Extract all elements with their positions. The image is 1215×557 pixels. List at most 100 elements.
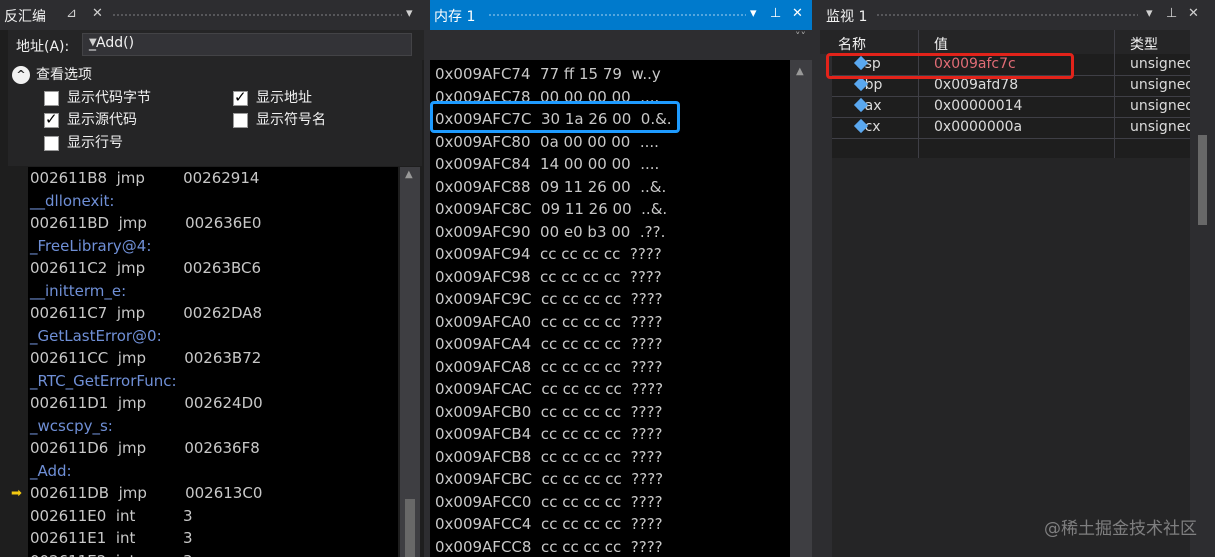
- option-show-code-bytes[interactable]: 显示代码字节: [44, 87, 151, 107]
- checkbox[interactable]: [44, 135, 59, 151]
- disassembly-titlebar: 反汇编 ⊿ ✕ ▾: [0, 0, 424, 30]
- scrollbar-thumb[interactable]: [1198, 135, 1207, 225]
- watch-type: unsigned: [1130, 119, 1195, 135]
- memory-row[interactable]: 0x009AFCB4 cc cc cc cc ????: [435, 423, 662, 445]
- watch-value[interactable]: 0x00000014: [934, 98, 1022, 114]
- watch-value[interactable]: 0x009afd78: [934, 77, 1018, 93]
- column-type-header[interactable]: 类型: [1130, 34, 1158, 54]
- memory-row[interactable]: 0x009AFCA8 cc cc cc cc ????: [435, 356, 662, 378]
- view-options: ^ 查看选项 显示代码字节 显示地址 显示源代码 显示符号名 显示行号: [8, 60, 422, 166]
- instruction-line[interactable]: 002611E2 int 3: [30, 550, 193, 557]
- watch-name: eax: [853, 97, 881, 114]
- symbol-label[interactable]: _RTC_GetErrorFunc:: [30, 370, 177, 392]
- pin-icon[interactable]: ⊥: [770, 5, 781, 23]
- option-show-symbols[interactable]: 显示符号名: [233, 109, 326, 129]
- disassembly-code[interactable]: 002611B8 jmp 00262914 __dllonexit: 002611B…: [28, 167, 398, 557]
- address-label: 地址(A):: [16, 39, 70, 55]
- checkbox[interactable]: [233, 112, 248, 128]
- instruction-line[interactable]: 002611C7 jmp 00262DA8: [30, 302, 262, 324]
- scrollbar-thumb[interactable]: [405, 499, 415, 557]
- column-divider[interactable]: [918, 30, 919, 158]
- close-icon[interactable]: ✕: [92, 5, 103, 23]
- close-icon[interactable]: ✕: [792, 5, 803, 23]
- option-label: 显示源代码: [67, 112, 137, 128]
- watch-row[interactable]: eax 0x00000014 unsigned: [832, 96, 1195, 118]
- instruction-line[interactable]: 002611BD jmp 002636E0: [30, 212, 261, 234]
- dropdown-icon[interactable]: ▾: [406, 5, 413, 23]
- memory-row[interactable]: 0x009AFC8C 09 11 26 00 ..&.: [435, 198, 667, 220]
- instruction-line[interactable]: 002611D6 jmp 002636F8: [30, 437, 260, 459]
- symbol-label[interactable]: __initterm_e:: [30, 280, 126, 302]
- memory-row[interactable]: 0x009AFCC8 cc cc cc cc ????: [435, 536, 663, 557]
- instruction-line[interactable]: 002611E0 int 3: [30, 505, 193, 527]
- memory-titlebar: 内存 1 ▾ ⊥ ✕: [430, 0, 812, 30]
- titlebar-grip: [112, 13, 402, 18]
- current-instruction-arrow-icon: ➡: [11, 486, 22, 501]
- symbol-label[interactable]: _FreeLibrary@4:: [30, 235, 151, 257]
- pin-icon[interactable]: ⊥: [1166, 5, 1177, 23]
- checkbox[interactable]: [233, 88, 248, 106]
- option-label: 显示地址: [256, 90, 312, 106]
- symbol-label[interactable]: _wcscpy_s:: [30, 415, 113, 437]
- memory-row[interactable]: 0x009AFCC0 cc cc cc cc ????: [435, 491, 663, 513]
- memory-row[interactable]: 0x009AFCC4 cc cc cc cc ????: [435, 513, 663, 535]
- memory-row[interactable]: 0x009AFC98 cc cc cc cc ????: [435, 266, 662, 288]
- address-bar: 地址(A): _Add() ▼: [8, 30, 424, 60]
- watch-empty-area[interactable]: [832, 158, 1195, 557]
- collapse-icon[interactable]: ^: [12, 66, 30, 84]
- memory-row[interactable]: 0x009AFC88 09 11 26 00 ..&.: [435, 176, 666, 198]
- chevron-down-icon[interactable]: ▼: [89, 37, 407, 48]
- option-show-line-numbers[interactable]: 显示行号: [44, 132, 123, 152]
- watch-scrollbar[interactable]: [1190, 30, 1215, 557]
- watermark: @稀土掘金技术社区: [1044, 519, 1197, 539]
- instruction-line[interactable]: 002611CC jmp 00263B72: [30, 347, 261, 369]
- disassembly-panel: 反汇编 ⊿ ✕ ▾ 地址(A): _Add() ▼ ^ 查看选项 显示代码字节 显…: [0, 0, 424, 557]
- memory-row[interactable]: 0x009AFC90 00 e0 b3 00 .??.: [435, 221, 665, 243]
- watch-row[interactable]: ecx 0x0000000a unsigned: [832, 117, 1195, 139]
- memory-row[interactable]: 0x009AFCA4 cc cc cc cc ????: [435, 333, 662, 355]
- column-divider[interactable]: [1114, 30, 1115, 158]
- symbol-label[interactable]: __dllonexit:: [30, 190, 115, 212]
- memory-row[interactable]: 0x009AFCAC cc cc cc cc ????: [435, 378, 663, 400]
- option-label: 显示符号名: [256, 112, 326, 128]
- memory-row[interactable]: 0x009AFC84 14 00 00 00 ....: [435, 153, 659, 175]
- memory-title: 内存 1: [434, 9, 476, 25]
- pin-icon[interactable]: ⊿: [66, 5, 77, 23]
- watch-value[interactable]: 0x0000000a: [934, 119, 1022, 135]
- instruction-line[interactable]: 002611C2 jmp 00263BC6: [30, 257, 261, 279]
- option-show-address[interactable]: 显示地址: [233, 87, 312, 107]
- column-name-header[interactable]: 名称: [838, 34, 866, 54]
- dropdown-icon[interactable]: ▾: [1146, 5, 1153, 23]
- memory-row[interactable]: 0x009AFC9C cc cc cc cc ????: [435, 288, 663, 310]
- instruction-line[interactable]: 002611D1 jmp 002624D0: [30, 392, 263, 414]
- instruction-line[interactable]: 002611B8 jmp 00262914: [30, 167, 259, 189]
- watch-title: 监视 1: [826, 9, 868, 25]
- memory-scrollbar[interactable]: ▲: [790, 60, 812, 557]
- checkbox[interactable]: [44, 90, 59, 106]
- close-icon[interactable]: ✕: [1188, 5, 1199, 23]
- option-show-source[interactable]: 显示源代码: [44, 109, 137, 129]
- memory-row[interactable]: 0x009AFC80 0a 00 00 00 ....: [435, 131, 659, 153]
- scroll-up-icon[interactable]: ▲: [405, 169, 413, 180]
- column-value-header[interactable]: 值: [934, 34, 948, 54]
- instruction-line[interactable]: 002611E1 int 3: [30, 527, 193, 549]
- symbol-label[interactable]: _Add:: [30, 460, 72, 482]
- scroll-up-icon[interactable]: ▲: [796, 66, 804, 77]
- memory-row[interactable]: 0x009AFCBC cc cc cc cc ????: [435, 468, 663, 490]
- overflow-chevron-icon[interactable]: ˅˅: [795, 30, 806, 43]
- memory-row[interactable]: 0x009AFCB8 cc cc cc cc ????: [435, 446, 662, 468]
- disassembly-scrollbar[interactable]: ▲: [400, 167, 420, 557]
- instruction-line[interactable]: 002611DB jmp 002613C0: [30, 482, 262, 504]
- view-options-toggle[interactable]: ^ 查看选项: [12, 64, 92, 84]
- watch-type: unsigned: [1130, 77, 1195, 93]
- memory-row[interactable]: 0x009AFC74 77 ff 15 79 w..y: [435, 63, 661, 85]
- memory-row[interactable]: 0x009AFC94 cc cc cc cc ????: [435, 243, 662, 265]
- option-label: 显示行号: [67, 135, 123, 151]
- dropdown-icon[interactable]: ▾: [750, 5, 757, 23]
- checkbox[interactable]: [44, 110, 59, 128]
- symbol-label[interactable]: _GetLastError@0:: [30, 325, 162, 347]
- address-combobox[interactable]: _Add() ▼: [82, 33, 412, 56]
- memory-row[interactable]: 0x009AFCA0 cc cc cc cc ????: [435, 311, 662, 333]
- memory-row[interactable]: 0x009AFCB0 cc cc cc cc ????: [435, 401, 662, 423]
- memory-grid[interactable]: 0x009AFC74 77 ff 15 79 w..y 0x009AFC78 00…: [430, 60, 790, 557]
